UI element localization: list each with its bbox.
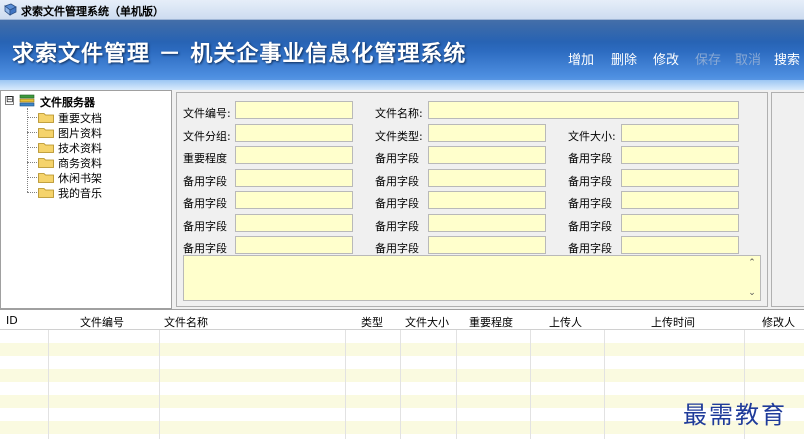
field-label: 备用字段 bbox=[375, 220, 419, 233]
folder-icon bbox=[38, 143, 54, 153]
title-bar: 求索文件管理系统（单机版） bbox=[0, 0, 804, 20]
header-banner: 求索文件管理 － 机关企事业信息化管理系统 增加 删除 修改 保存 取消 搜索 bbox=[0, 20, 804, 90]
folder-tree[interactable]: ⊟ 文件服务器 重要文档 图片资料 技术资料 商务资料 休闲书架 我的音乐 bbox=[0, 90, 172, 309]
notes-textarea[interactable]: ⌃ ⌄ bbox=[183, 255, 761, 301]
tree-item-label: 我的音乐 bbox=[58, 187, 102, 200]
field-label: 文件名称: bbox=[375, 107, 423, 120]
file-size-input[interactable] bbox=[621, 124, 739, 142]
add-button[interactable]: 增加 bbox=[568, 49, 594, 68]
banner-strip bbox=[0, 80, 804, 90]
watermark: 最需教育 bbox=[683, 401, 787, 429]
folder-icon bbox=[38, 158, 54, 168]
collapse-icon[interactable]: ⊟ bbox=[5, 96, 14, 105]
column-header-file-name[interactable]: 文件名称 bbox=[164, 314, 208, 330]
column-header-file-number[interactable]: 文件编号 bbox=[80, 314, 124, 330]
field-label: 备用字段 bbox=[375, 242, 419, 255]
spare-field-input[interactable] bbox=[621, 169, 739, 187]
spare-field-input[interactable] bbox=[621, 146, 739, 164]
window-title: 求索文件管理系统（单机版） bbox=[21, 5, 164, 18]
tree-item-label: 技术资料 bbox=[58, 142, 102, 155]
field-label: 文件大小: bbox=[568, 130, 616, 143]
spare-field-input[interactable] bbox=[621, 236, 739, 254]
importance-input[interactable] bbox=[235, 146, 353, 164]
server-icon bbox=[19, 94, 35, 107]
file-number-input[interactable] bbox=[235, 101, 353, 119]
tree-root-label: 文件服务器 bbox=[40, 96, 95, 109]
spare-field-input[interactable] bbox=[235, 236, 353, 254]
file-type-input[interactable] bbox=[428, 124, 546, 142]
tree-connector bbox=[27, 108, 28, 192]
field-label: 备用字段 bbox=[568, 220, 612, 233]
field-label: 备用字段 bbox=[568, 152, 612, 165]
table-row[interactable] bbox=[0, 369, 804, 382]
spare-field-input[interactable] bbox=[428, 191, 546, 209]
table-row[interactable] bbox=[0, 343, 804, 356]
workspace: ⊟ 文件服务器 重要文档 图片资料 技术资料 商务资料 休闲书架 我的音乐 文件… bbox=[0, 90, 804, 309]
app-heading: 求索文件管理 － 机关企事业信息化管理系统 bbox=[12, 42, 467, 67]
delete-button[interactable]: 删除 bbox=[611, 49, 637, 68]
tree-item-label: 商务资料 bbox=[58, 157, 102, 170]
column-header-id[interactable]: ID bbox=[6, 314, 18, 327]
folder-icon bbox=[38, 113, 54, 123]
spare-field-input[interactable] bbox=[621, 191, 739, 209]
spare-field-input[interactable] bbox=[428, 169, 546, 187]
field-label: 备用字段 bbox=[183, 197, 227, 210]
field-label: 备用字段 bbox=[375, 152, 419, 165]
file-name-input[interactable] bbox=[428, 101, 739, 119]
column-header-uploader[interactable]: 上传人 bbox=[549, 314, 582, 330]
file-group-input[interactable] bbox=[235, 124, 353, 142]
field-label: 备用字段 bbox=[375, 197, 419, 210]
folder-icon bbox=[38, 188, 54, 198]
spare-field-input[interactable] bbox=[428, 146, 546, 164]
field-label: 备用字段 bbox=[183, 175, 227, 188]
app-icon bbox=[4, 3, 17, 16]
column-header-type[interactable]: 类型 bbox=[361, 314, 383, 330]
search-button[interactable]: 搜索 bbox=[774, 49, 800, 68]
spare-field-input[interactable] bbox=[621, 214, 739, 232]
edit-button[interactable]: 修改 bbox=[653, 49, 679, 68]
field-label: 备用字段 bbox=[183, 220, 227, 233]
field-label: 备用字段 bbox=[183, 242, 227, 255]
field-label: 重要程度 bbox=[183, 152, 227, 165]
table-row[interactable] bbox=[0, 330, 804, 343]
spare-field-input[interactable] bbox=[235, 169, 353, 187]
table-row[interactable] bbox=[0, 382, 804, 395]
cancel-button[interactable]: 取消 bbox=[735, 49, 761, 68]
spare-field-input[interactable] bbox=[235, 214, 353, 232]
table-row[interactable] bbox=[0, 356, 804, 369]
column-header-file-size[interactable]: 文件大小 bbox=[405, 314, 449, 330]
column-header-upload-time[interactable]: 上传时间 bbox=[651, 314, 695, 330]
field-label: 备用字段 bbox=[568, 175, 612, 188]
folder-icon bbox=[38, 173, 54, 183]
spare-field-input[interactable] bbox=[235, 191, 353, 209]
field-label: 备用字段 bbox=[375, 175, 419, 188]
save-button[interactable]: 保存 bbox=[695, 49, 721, 68]
side-panel bbox=[771, 92, 804, 307]
tree-item-label: 休闲书架 bbox=[58, 172, 102, 185]
column-header-modifier[interactable]: 修改人 bbox=[762, 314, 795, 330]
field-label: 文件类型: bbox=[375, 130, 423, 143]
folder-icon bbox=[38, 128, 54, 138]
grid-header: ID 文件编号 文件名称 类型 文件大小 重要程度 上传人 上传时间 修改人 bbox=[0, 310, 804, 330]
column-header-importance[interactable]: 重要程度 bbox=[469, 314, 513, 330]
field-label: 备用字段 bbox=[568, 197, 612, 210]
spare-field-input[interactable] bbox=[428, 214, 546, 232]
field-label: 文件分组: bbox=[183, 130, 231, 143]
spare-field-input[interactable] bbox=[428, 236, 546, 254]
tree-item-label: 图片资料 bbox=[58, 127, 102, 140]
scroll-up-icon[interactable]: ⌃ bbox=[747, 258, 757, 268]
field-label: 备用字段 bbox=[568, 242, 612, 255]
scroll-down-icon[interactable]: ⌄ bbox=[747, 288, 757, 298]
file-detail-form: 文件编号: 文件名称: 文件分组: 文件类型: 文件大小: 重要程度 备用字段 … bbox=[176, 92, 768, 307]
tree-item-label: 重要文档 bbox=[58, 112, 102, 125]
field-label: 文件编号: bbox=[183, 107, 231, 120]
